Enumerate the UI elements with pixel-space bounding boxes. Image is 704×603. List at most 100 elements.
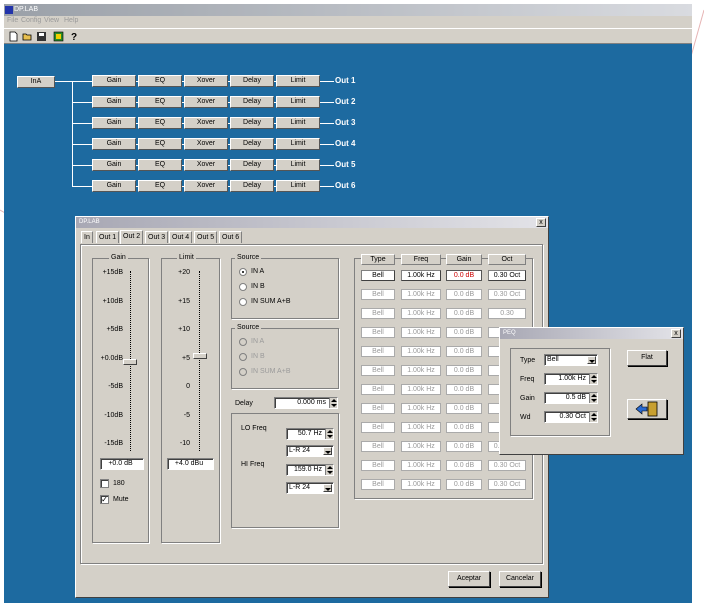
chain-block-eq[interactable]: EQ bbox=[138, 96, 182, 108]
chain-block-gain[interactable]: Gain bbox=[92, 75, 136, 87]
eq-cell-oct[interactable]: 0.30 bbox=[488, 308, 526, 319]
chain-block-delay[interactable]: Delay bbox=[230, 180, 274, 192]
lo-freq-field[interactable]: 50.7 Hz bbox=[286, 428, 334, 440]
source1-radio-in-b[interactable] bbox=[239, 283, 247, 291]
tab-out-6[interactable]: Out 6 bbox=[219, 231, 243, 243]
chain-block-delay[interactable]: Delay bbox=[230, 96, 274, 108]
peq-type-select[interactable]: Bell bbox=[544, 354, 598, 366]
tab-out-4[interactable]: Out 4 bbox=[169, 231, 193, 243]
chain-block-eq[interactable]: EQ bbox=[138, 138, 182, 150]
chevron-down-icon[interactable] bbox=[587, 356, 596, 364]
eq-cell-freq[interactable]: 1.00k Hz bbox=[401, 479, 441, 490]
menu-file[interactable]: File bbox=[7, 17, 18, 24]
eq-cell-gain[interactable]: 0.0 dB bbox=[446, 479, 482, 490]
peq-gain-spinner[interactable] bbox=[589, 393, 597, 403]
eq-cell-oct[interactable]: 0.30 Oct bbox=[488, 479, 526, 490]
device-icon[interactable] bbox=[52, 31, 64, 42]
peq-wd-field[interactable]: 0.30 Oct bbox=[544, 411, 598, 423]
mute-checkbox[interactable]: ✓ bbox=[100, 495, 109, 504]
eq-cell-type[interactable]: Bell bbox=[361, 346, 395, 357]
chain-block-delay[interactable]: Delay bbox=[230, 138, 274, 150]
limit-slider-thumb[interactable] bbox=[193, 353, 207, 360]
flat-button[interactable]: Flat bbox=[627, 350, 667, 366]
tab-out-3[interactable]: Out 3 bbox=[145, 231, 169, 243]
chain-block-eq[interactable]: EQ bbox=[138, 180, 182, 192]
chain-block-gain[interactable]: Gain bbox=[92, 159, 136, 171]
eq-cell-gain[interactable]: 0.0 dB bbox=[446, 327, 482, 338]
eq-cell-type[interactable]: Bell bbox=[361, 308, 395, 319]
eq-cell-freq[interactable]: 1.00k Hz bbox=[401, 270, 441, 281]
chain-block-gain[interactable]: Gain bbox=[92, 117, 136, 129]
tab-out-1[interactable]: Out 1 bbox=[96, 231, 120, 243]
eq-cell-gain[interactable]: 0.0 dB bbox=[446, 403, 482, 414]
menu-config[interactable]: Config bbox=[21, 17, 41, 24]
eq-cell-gain[interactable]: 0.0 dB bbox=[446, 441, 482, 452]
chain-block-xover[interactable]: Xover bbox=[184, 96, 228, 108]
eq-cell-type[interactable]: Bell bbox=[361, 384, 395, 395]
chain-block-eq[interactable]: EQ bbox=[138, 75, 182, 87]
chain-block-limit[interactable]: Limit bbox=[276, 159, 320, 171]
chain-block-delay[interactable]: Delay bbox=[230, 159, 274, 171]
eq-cell-type[interactable]: Bell bbox=[361, 327, 395, 338]
chain-block-xover[interactable]: Xover bbox=[184, 117, 228, 129]
chain-block-limit[interactable]: Limit bbox=[276, 138, 320, 150]
save-icon[interactable] bbox=[35, 31, 47, 42]
chain-block-xover[interactable]: Xover bbox=[184, 75, 228, 87]
eq-cell-freq[interactable]: 1.00k Hz bbox=[401, 384, 441, 395]
eq-cell-freq[interactable]: 1.00k Hz bbox=[401, 441, 441, 452]
eq-cell-type[interactable]: Bell bbox=[361, 479, 395, 490]
delay-field[interactable]: 0.000 ms bbox=[274, 397, 338, 409]
hi-type-select[interactable]: L-R 24 bbox=[286, 482, 334, 494]
hi-freq-spinner[interactable] bbox=[325, 465, 333, 475]
eq-cell-freq[interactable]: 1.00k Hz bbox=[401, 403, 441, 414]
eq-cell-type[interactable]: Bell bbox=[361, 270, 395, 281]
eq-cell-freq[interactable]: 1.00k Hz bbox=[401, 422, 441, 433]
chain-block-gain[interactable]: Gain bbox=[92, 138, 136, 150]
source2-radio-in-b[interactable] bbox=[239, 353, 247, 361]
lo-type-select[interactable]: L-R 24 bbox=[286, 445, 334, 457]
invert-checkbox[interactable] bbox=[100, 479, 109, 488]
input-block[interactable]: InA bbox=[17, 76, 55, 88]
chevron-down-icon[interactable] bbox=[323, 447, 332, 455]
chain-block-delay[interactable]: Delay bbox=[230, 117, 274, 129]
menu-help[interactable]: Help bbox=[64, 17, 78, 24]
cancel-button[interactable]: Cancelar bbox=[499, 571, 541, 587]
eq-cell-oct[interactable]: 0.30 Oct bbox=[488, 289, 526, 300]
chain-block-xover[interactable]: Xover bbox=[184, 180, 228, 192]
eq-cell-type[interactable]: Bell bbox=[361, 441, 395, 452]
eq-cell-type[interactable]: Bell bbox=[361, 422, 395, 433]
eq-cell-gain[interactable]: 0.0 dB bbox=[446, 384, 482, 395]
eq-cell-gain[interactable]: 0.0 dB bbox=[446, 289, 482, 300]
peq-gain-field[interactable]: 0.5 dB bbox=[544, 392, 598, 404]
peq-wd-spinner[interactable] bbox=[589, 412, 597, 422]
eq-cell-gain[interactable]: 0.0 dB bbox=[446, 365, 482, 376]
eq-cell-freq[interactable]: 1.00k Hz bbox=[401, 289, 441, 300]
eq-cell-type[interactable]: Bell bbox=[361, 403, 395, 414]
chain-block-gain[interactable]: Gain bbox=[92, 180, 136, 192]
new-icon[interactable] bbox=[7, 31, 19, 42]
chain-block-xover[interactable]: Xover bbox=[184, 138, 228, 150]
eq-cell-type[interactable]: Bell bbox=[361, 460, 395, 471]
chain-block-gain[interactable]: Gain bbox=[92, 96, 136, 108]
chain-block-limit[interactable]: Limit bbox=[276, 75, 320, 87]
peq-close-button[interactable]: x bbox=[671, 329, 681, 338]
menu-view[interactable]: View bbox=[44, 17, 59, 24]
gain-slider-thumb[interactable] bbox=[123, 358, 137, 365]
eq-cell-type[interactable]: Bell bbox=[361, 289, 395, 300]
eq-cell-gain[interactable]: 0.0 dB bbox=[446, 422, 482, 433]
eq-cell-gain[interactable]: 0.0 dB bbox=[446, 460, 482, 471]
tab-out-5[interactable]: Out 5 bbox=[194, 231, 218, 243]
chain-block-xover[interactable]: Xover bbox=[184, 159, 228, 171]
eq-cell-gain[interactable]: 0.0 dB bbox=[446, 270, 482, 281]
open-icon[interactable] bbox=[21, 31, 33, 42]
peq-exit-button[interactable] bbox=[627, 399, 667, 419]
eq-cell-oct[interactable]: 0.30 Oct bbox=[488, 270, 526, 281]
source2-radio-sum[interactable] bbox=[239, 368, 247, 376]
delay-spinner[interactable] bbox=[329, 398, 337, 408]
chevron-down-icon[interactable] bbox=[323, 484, 332, 492]
chain-block-limit[interactable]: Limit bbox=[276, 180, 320, 192]
eq-cell-freq[interactable]: 1.00k Hz bbox=[401, 327, 441, 338]
eq-cell-type[interactable]: Bell bbox=[361, 365, 395, 376]
eq-cell-gain[interactable]: 0.0 dB bbox=[446, 308, 482, 319]
lo-freq-spinner[interactable] bbox=[325, 429, 333, 439]
